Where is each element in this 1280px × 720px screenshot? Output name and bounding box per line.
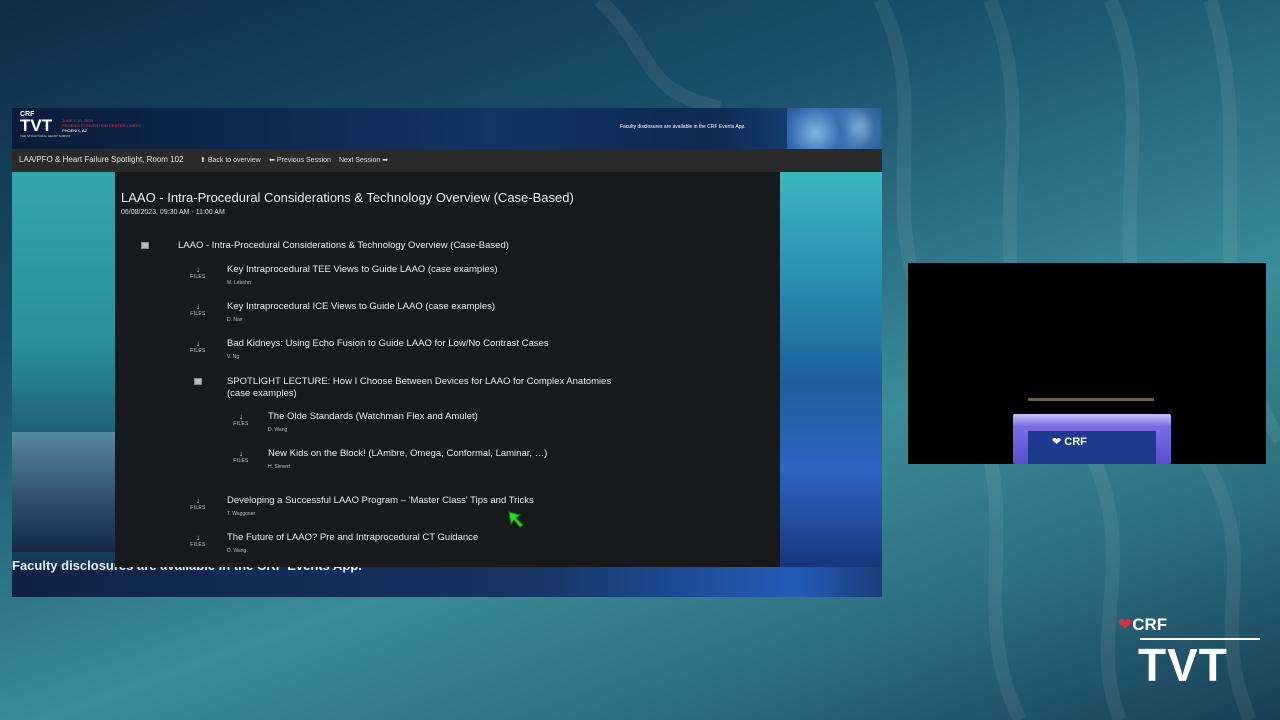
back-to-overview-link[interactable]: ⬆ Back to overview	[200, 156, 261, 164]
talk-author: D. Wang	[268, 427, 288, 433]
download-arrow-icon: ↓	[196, 339, 200, 348]
talk-title[interactable]: Developing a Successful LAAO Program – '…	[227, 495, 534, 506]
banner-event-info: JUNE 7-10, 2023 PHOENIX CONVENTION CENTE…	[62, 118, 141, 133]
spotlight-title[interactable]: SPOTLIGHT LECTURE: How I Choose Between …	[227, 376, 611, 387]
talk-author: T. Waggoner	[227, 511, 256, 517]
talk-title[interactable]: Bad Kidneys: Using Echo Fusion to Guide …	[227, 338, 549, 349]
files-download-button[interactable]: ↓ FILES	[186, 533, 210, 549]
presentation-screen: CRF TVT THE STRUCTURAL HEART SUMMIT JUNE…	[12, 108, 882, 597]
document-icon	[194, 378, 202, 385]
banner-disclosure: Faculty disclosures are available in the…	[620, 124, 746, 130]
podium-crf-logo: ❤ CRF	[1052, 436, 1087, 448]
podium: ❤ CRF	[1013, 414, 1171, 464]
session-title: LAAO - Intra-Procedural Considerations &…	[121, 190, 574, 205]
room-title: LAA/PFO & Heart Failure Spotlight, Room …	[19, 155, 184, 164]
files-download-button[interactable]: ↓ FILES	[229, 449, 253, 465]
banner-surgeons-image	[787, 108, 882, 149]
download-arrow-icon: ↓	[196, 265, 200, 274]
session-navbar: LAA/PFO & Heart Failure Spotlight, Room …	[12, 149, 882, 172]
speaker-video-feed: ❤ CRF	[908, 263, 1266, 464]
files-download-button[interactable]: ↓ FILES	[186, 265, 210, 281]
right-decor-image	[780, 172, 882, 597]
corner-brand: CRF	[1132, 615, 1168, 634]
mouse-cursor-icon	[508, 511, 524, 528]
heart-icon: ❤	[1118, 615, 1133, 634]
files-download-button[interactable]: ↓ FILES	[186, 496, 210, 512]
section-title[interactable]: LAAO - Intra-Procedural Considerations &…	[178, 240, 509, 251]
corner-event: TVT	[1138, 639, 1228, 691]
tvt-corner-logo: ❤CRF TVT	[1118, 615, 1260, 691]
arrow-up-icon: ⬆	[200, 157, 206, 164]
talk-title[interactable]: Key Intraprocedural TEE Views to Guide L…	[227, 264, 498, 275]
talk-title[interactable]: The Olde Standards (Watchman Flex and Am…	[268, 411, 478, 422]
talk-title[interactable]: The Future of LAAO? Pre and Intraprocedu…	[227, 532, 478, 543]
podium-top-bar	[1028, 398, 1154, 401]
files-download-button[interactable]: ↓ FILES	[186, 302, 210, 318]
session-panel: LAAO - Intra-Procedural Considerations &…	[115, 172, 780, 567]
talk-author: D. Wang	[227, 548, 247, 554]
download-arrow-icon: ↓	[196, 302, 200, 311]
talk-title[interactable]: Key Intraprocedural ICE Views to Guide L…	[227, 301, 495, 312]
talk-title[interactable]: New Kids on the Block! (LAmbre, Omega, C…	[268, 448, 547, 459]
download-arrow-icon: ↓	[196, 533, 200, 542]
document-icon	[141, 242, 149, 249]
files-download-button[interactable]: ↓ FILES	[229, 412, 253, 428]
download-arrow-icon: ↓	[239, 449, 243, 458]
heart-icon: ❤	[1052, 436, 1062, 448]
download-arrow-icon: ↓	[239, 412, 243, 421]
event-banner: CRF TVT THE STRUCTURAL HEART SUMMIT JUNE…	[12, 108, 882, 149]
arrow-right-icon: ➡	[382, 157, 389, 164]
banner-city: PHOENIX, AZ	[62, 128, 88, 133]
talk-author: M. Lebehn	[227, 280, 251, 286]
talk-author: D. Nair	[227, 317, 243, 323]
talk-author: V. Ng	[227, 354, 240, 360]
banner-event-sub: THE STRUCTURAL HEART SUMMIT	[20, 134, 71, 138]
spotlight-title-cont[interactable]: (case examples)	[227, 388, 297, 399]
talk-author: H. Sievert	[268, 464, 290, 470]
session-datetime: 06/08/2023, 09:30 AM - 11:00 AM	[121, 209, 225, 216]
files-download-button[interactable]: ↓ FILES	[186, 339, 210, 355]
next-session-link[interactable]: Next Session ➡	[339, 156, 388, 164]
arrow-left-icon: ⬅	[269, 157, 275, 164]
download-arrow-icon: ↓	[196, 496, 200, 505]
previous-session-link[interactable]: ⬅ Previous Session	[269, 156, 331, 164]
left-decor-image	[12, 172, 115, 597]
